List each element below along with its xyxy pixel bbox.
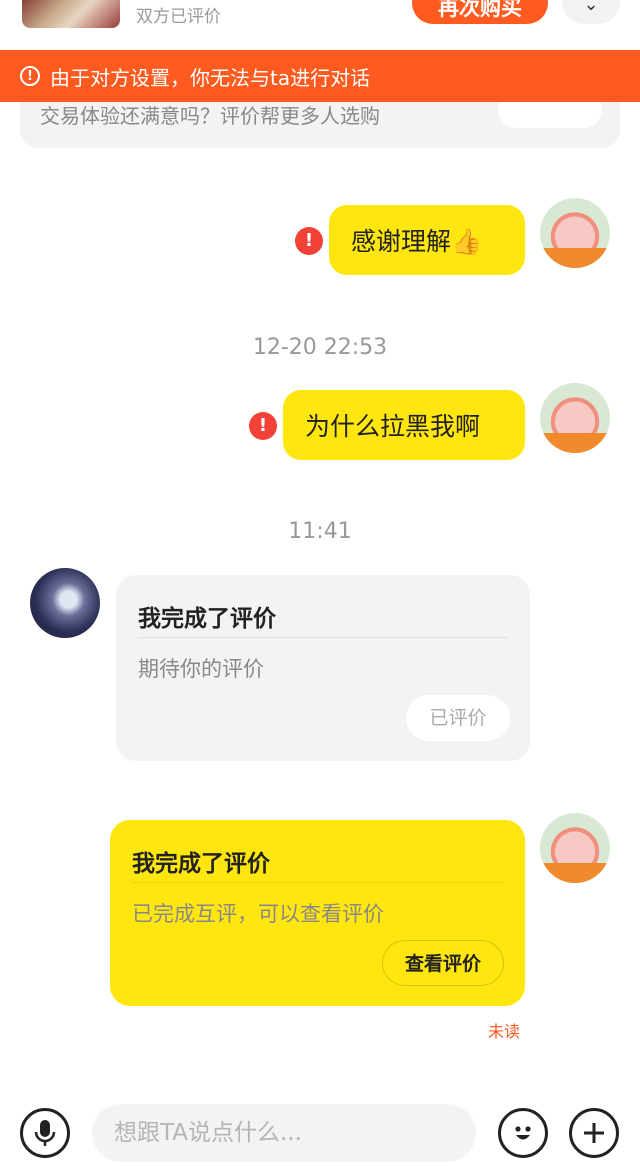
timestamp: 12-20 22:53 bbox=[252, 335, 388, 360]
card-title: 我完成了评价 bbox=[138, 606, 276, 632]
emoji-button[interactable] bbox=[498, 1108, 548, 1158]
warning-icon: ! bbox=[20, 66, 40, 86]
voice-icon bbox=[34, 1120, 56, 1146]
item-header: 双方已评价 再次购买 ⌄ bbox=[0, 0, 640, 50]
voice-button[interactable] bbox=[20, 1108, 70, 1158]
chevron-down-icon: ⌄ bbox=[583, 0, 599, 15]
send-failed-icon[interactable]: ! bbox=[295, 227, 323, 255]
blocked-warning-banner: ! 由于对方设置，你无法与ta进行对话 bbox=[0, 50, 640, 102]
view-review-button[interactable]: 查看评价 bbox=[382, 940, 504, 986]
input-bar bbox=[0, 1096, 640, 1166]
review-prompt-text: 交易体验还满意吗？评价帮更多人选购 bbox=[40, 104, 380, 128]
my-review-complete-card[interactable]: 我完成了评价 已完成互评，可以查看评价 查看评价 bbox=[110, 820, 525, 1006]
message-bubble[interactable]: 为什么拉黑我啊 bbox=[283, 390, 525, 460]
message-text: 为什么拉黑我啊 bbox=[305, 412, 481, 441]
item-thumbnail[interactable] bbox=[22, 0, 120, 28]
my-avatar[interactable] bbox=[540, 383, 610, 453]
card-description: 已完成互评，可以查看评价 bbox=[132, 902, 384, 926]
my-avatar[interactable] bbox=[540, 198, 610, 268]
card-divider bbox=[138, 637, 508, 638]
plus-icon bbox=[584, 1123, 604, 1143]
card-title: 我完成了评价 bbox=[132, 851, 270, 877]
more-button[interactable]: ⌄ bbox=[562, 0, 620, 24]
card-divider bbox=[132, 882, 503, 883]
send-failed-icon[interactable]: ! bbox=[249, 412, 277, 440]
message-text: 感谢理解👍 bbox=[351, 227, 483, 256]
timestamp: 11:41 bbox=[288, 519, 352, 544]
review-complete-card[interactable]: 我完成了评价 期待你的评价 已评价 bbox=[116, 575, 530, 761]
message-input[interactable] bbox=[92, 1104, 476, 1162]
rebuy-button[interactable]: 再次购买 bbox=[412, 0, 548, 24]
reviewed-button: 已评价 bbox=[406, 695, 510, 741]
message-bubble[interactable]: 感谢理解👍 bbox=[329, 205, 525, 275]
other-user-avatar[interactable] bbox=[30, 568, 100, 638]
emoji-icon bbox=[515, 1126, 531, 1140]
banner-text: 由于对方设置，你无法与ta进行对话 bbox=[50, 65, 371, 90]
unread-status: 未读 bbox=[488, 1022, 521, 1041]
card-description: 期待你的评价 bbox=[138, 657, 264, 681]
plus-button[interactable] bbox=[569, 1108, 619, 1158]
my-avatar[interactable] bbox=[540, 813, 610, 883]
review-status-text: 双方已评价 bbox=[136, 7, 221, 27]
